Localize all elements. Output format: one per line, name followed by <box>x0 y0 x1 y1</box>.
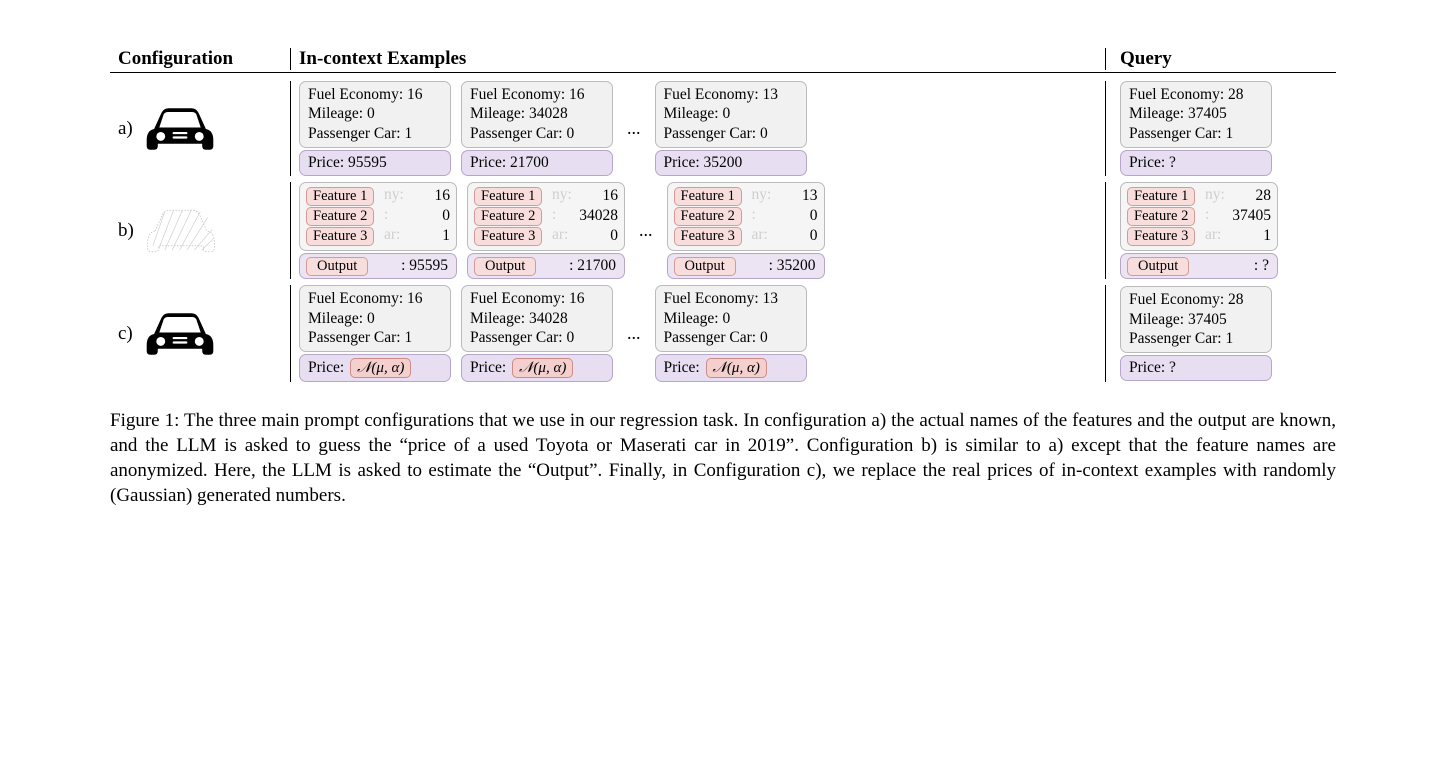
figure-container: Configuration In-context Examples Query … <box>110 48 1336 509</box>
example-a-3: Fuel Economy: 13 Mileage: 0 Passenger Ca… <box>655 81 807 176</box>
row-c: c) Fuel Economy: 16 Mileage: 0 Passenger… <box>110 285 1336 382</box>
ellipsis: ... <box>635 220 657 241</box>
example-c-3: Fuel Economy: 13 Mileage: 0 Passenger Ca… <box>655 285 807 382</box>
figure-caption: Figure 1: The three main prompt configur… <box>110 408 1336 508</box>
row-c-label: c) <box>118 323 133 345</box>
price-gaussian-box: Price: 𝒩(μ, α) <box>299 354 451 382</box>
query-b: Feature 1ny:28 Feature 2:37405 Feature 3… <box>1120 182 1278 279</box>
car-icon <box>143 304 217 364</box>
feature-box: Fuel Economy: 16 Mileage: 0 Passenger Ca… <box>299 81 451 148</box>
example-b-1: Feature 1ny:16 Feature 2:0 Feature 3ar:1… <box>299 182 457 279</box>
table-header: Configuration In-context Examples Query <box>110 48 1336 73</box>
anon-output-box: Output: 95595 <box>299 253 457 279</box>
row-a-label: a) <box>118 118 133 140</box>
header-examples: In-context Examples <box>290 48 1106 70</box>
price-box: Price: 95595 <box>299 150 451 176</box>
row-b-label: b) <box>118 220 134 242</box>
car-sketch-icon <box>144 201 218 261</box>
header-query: Query <box>1106 48 1336 70</box>
ellipsis: ... <box>623 118 645 139</box>
anon-feature-box: Feature 1ny:16 Feature 2:0 Feature 3ar:1 <box>299 182 457 251</box>
query-a: Fuel Economy: 28 Mileage: 37405 Passenge… <box>1120 81 1272 176</box>
ellipsis: ... <box>623 323 645 344</box>
example-a-1: Fuel Economy: 16 Mileage: 0 Passenger Ca… <box>299 81 451 176</box>
anon-tag: Feature 1 <box>306 187 374 206</box>
row-b: b) Feature 1ny:16 Feature 2:0 Feature 3a… <box>110 182 1336 279</box>
query-c: Fuel Economy: 28 Mileage: 37405 Passenge… <box>1120 286 1272 381</box>
example-b-2: Feature 1ny:16 Feature 2:34028 Feature 3… <box>467 182 625 279</box>
row-a: a) Fuel Economy: 16 Mileage: 0 Passenger… <box>110 81 1336 176</box>
example-a-2: Fuel Economy: 16 Mileage: 34028 Passenge… <box>461 81 613 176</box>
gaussian-tag: 𝒩(μ, α) <box>350 358 411 378</box>
car-icon <box>143 99 217 159</box>
example-c-1: Fuel Economy: 16 Mileage: 0 Passenger Ca… <box>299 285 451 382</box>
header-configuration: Configuration <box>110 48 290 70</box>
example-c-2: Fuel Economy: 16 Mileage: 34028 Passenge… <box>461 285 613 382</box>
example-b-3: Feature 1ny:13 Feature 2:0 Feature 3ar:0… <box>667 182 825 279</box>
